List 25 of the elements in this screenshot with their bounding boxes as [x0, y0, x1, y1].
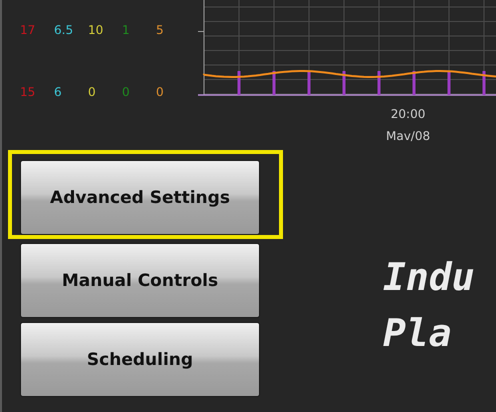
logo-text: Indu — [383, 256, 475, 298]
axis-scale-label: 5 — [156, 22, 165, 38]
chart-bar — [272, 71, 276, 95]
chart-bar — [412, 71, 416, 95]
chart-bar — [482, 71, 486, 95]
chart-bar — [342, 71, 346, 95]
chart-bar — [448, 71, 450, 95]
axis-scale-label: 10 — [88, 22, 104, 38]
date-label: Mav/08 — [386, 129, 430, 143]
chart-bar — [238, 71, 240, 95]
axis-scale-label: 6 — [54, 84, 63, 100]
axis-scale-label: 0 — [122, 84, 131, 100]
axis-scale-label: 6.5 — [54, 22, 74, 38]
chart-bar — [378, 71, 380, 95]
axis-scale-label: 0 — [156, 84, 165, 100]
logo-text: Pla — [383, 312, 453, 354]
time-label: 20:00 — [390, 107, 426, 121]
axis-scale-label: 15 — [20, 84, 36, 100]
menu-button[interactable]: Scheduling — [20, 322, 260, 397]
menu-button[interactable]: Manual Controls — [20, 243, 260, 318]
menu-button[interactable]: Advanced Settings — [20, 160, 260, 235]
axis-scale-label: 1 — [122, 22, 131, 38]
chart-bar — [308, 71, 310, 95]
axis-scale-label: 17 — [20, 22, 36, 38]
axis-scale-label: 0 — [88, 84, 97, 100]
